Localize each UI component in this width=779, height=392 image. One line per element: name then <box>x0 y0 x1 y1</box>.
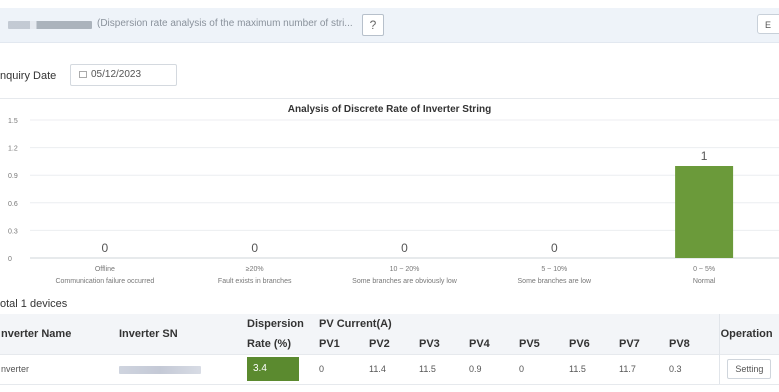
x-tick-label: Offline <box>95 266 115 273</box>
y-tick-label: 1.5 <box>8 118 18 125</box>
x-tick-label: 10 ~ 20% <box>390 266 420 273</box>
col-dispersion-rate[interactable]: Dispersion <box>246 314 318 334</box>
top-bar: (Dispersion rate analysis of the maximum… <box>0 8 779 43</box>
cell-pv3: 11.5 <box>418 353 468 385</box>
col-dispersion-rate-unit: Rate (%) <box>246 334 318 354</box>
col-pv7: PV7 <box>618 334 668 354</box>
cell-pv8: 0.3 <box>668 353 720 385</box>
table-row: nverter 3.4 0 11.4 11.5 0.9 0 11.5 11.7 … <box>0 353 779 385</box>
cell-operation: Setting <box>718 353 779 385</box>
dispersion-rate-badge: 3.4 <box>247 357 299 381</box>
col-operation: Operation <box>718 314 779 354</box>
x-tick-sublabel: Some branches are obviously low <box>352 278 458 285</box>
setting-button[interactable]: Setting <box>727 359 772 379</box>
x-tick-label: 0 ~ 5% <box>693 266 715 273</box>
bar-value-label: 1 <box>701 149 708 163</box>
x-tick-sublabel: Communication failure occurred <box>55 278 154 285</box>
inquiry-date-input[interactable]: 05/12/2023 <box>70 64 177 86</box>
y-tick-label: 0.6 <box>8 201 18 208</box>
y-tick-label: 1.2 <box>8 146 18 153</box>
page-title: (Dispersion rate analysis of the maximum… <box>97 18 353 29</box>
x-tick-label: ≥20% <box>246 266 264 273</box>
cell-pv7: 11.7 <box>618 353 668 385</box>
calendar-icon <box>79 71 87 78</box>
bar-value-label: 0 <box>401 241 408 255</box>
help-button[interactable]: ? <box>362 14 384 36</box>
cell-pv6: 11.5 <box>568 353 618 385</box>
cell-pv2: 11.4 <box>368 353 418 385</box>
divider <box>0 98 779 99</box>
inverter-table: nverter Name Inverter SN Dispersion PV C… <box>0 314 779 385</box>
cell-pv1: 0 <box>318 353 368 385</box>
y-tick-label: 0.3 <box>8 228 18 235</box>
x-tick-sublabel: Normal <box>693 278 716 285</box>
bar-value-label: 0 <box>102 241 109 255</box>
col-inverter-sn[interactable]: Inverter SN <box>118 314 246 354</box>
col-pv2: PV2 <box>368 334 418 354</box>
dispersion-bar-chart: 1.5 1.2 0.9 0.6 0.3 0 0 Offline Communication fa… <box>8 118 779 285</box>
cell-inverter-name: nverter <box>0 353 118 385</box>
bar-value-label: 0 <box>551 241 558 255</box>
cell-pv4: 0.9 <box>468 353 518 385</box>
col-pv3: PV3 <box>418 334 468 354</box>
inquiry-date-value: 05/12/2023 <box>91 69 142 80</box>
cell-dispersion-rate: 3.4 <box>246 353 318 385</box>
bar[interactable] <box>675 166 734 258</box>
y-tick-label: 0 <box>8 256 12 263</box>
col-pv6: PV6 <box>568 334 618 354</box>
x-tick-label: 5 ~ 10% <box>541 266 567 273</box>
col-pv4: PV4 <box>468 334 518 354</box>
x-tick-sublabel: Some branches are low <box>518 278 592 285</box>
col-pv5: PV5 <box>518 334 568 354</box>
redacted-title-prefix <box>8 21 92 29</box>
col-pv8: PV8 <box>668 334 720 354</box>
cell-inverter-sn <box>118 353 246 385</box>
inquiry-date-label: nquiry Date <box>0 70 57 82</box>
y-tick-label: 0.9 <box>8 173 18 180</box>
redacted-sn <box>119 365 201 374</box>
col-pv1: PV1 <box>318 334 368 354</box>
col-pv-current: PV Current(A) <box>318 314 720 334</box>
cell-pv5: 0 <box>518 353 568 385</box>
x-tick-sublabel: Fault exists in branches <box>218 278 292 285</box>
total-devices-label: otal 1 devices <box>0 298 68 310</box>
export-button[interactable]: E <box>757 14 779 34</box>
col-inverter-name[interactable]: nverter Name <box>0 314 118 354</box>
bar-value-label: 0 <box>251 241 258 255</box>
